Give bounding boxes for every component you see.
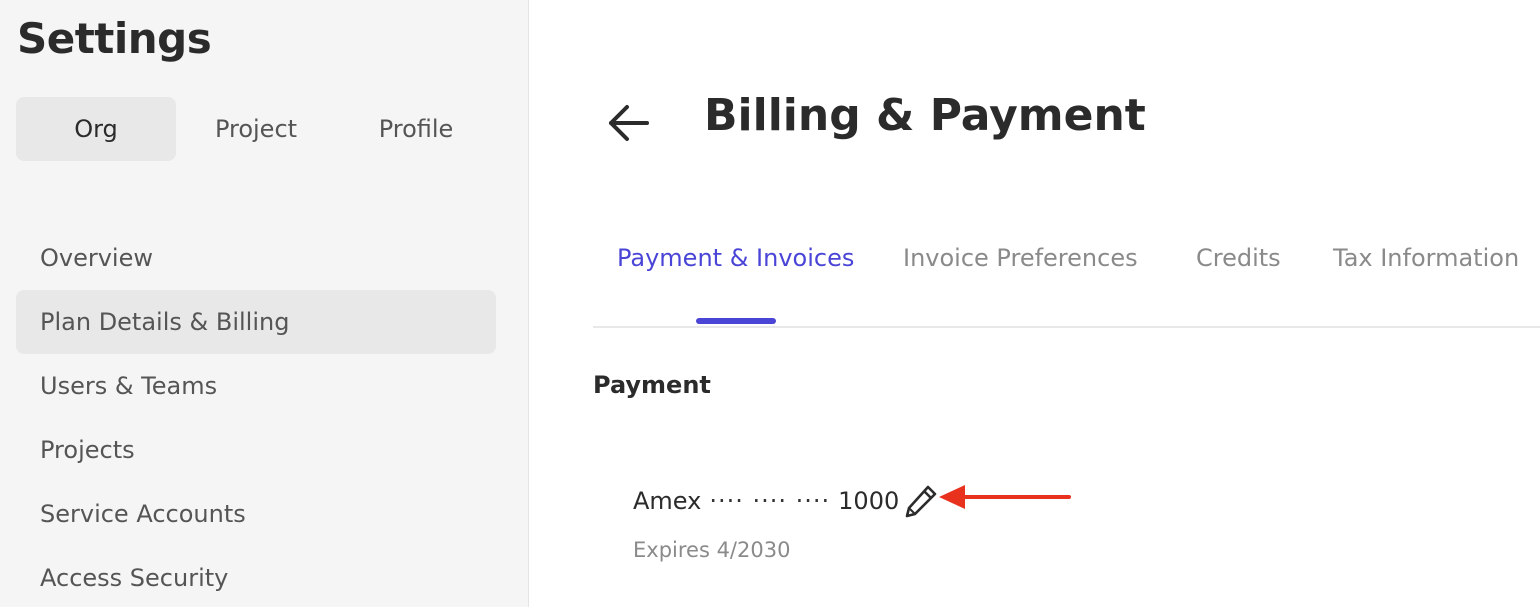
pencil-icon[interactable] — [901, 481, 941, 521]
tab-invoice-preferences[interactable]: Invoice Preferences — [903, 244, 1138, 272]
nav-item-overview[interactable]: Overview — [16, 226, 496, 290]
main-content: Billing & Payment Payment & Invoices Inv… — [529, 0, 1540, 607]
settings-title: Settings — [17, 14, 212, 63]
settings-sidebar: Settings Org Project Profile Overview Pl… — [0, 0, 529, 607]
active-tab-indicator — [696, 318, 776, 324]
payment-section-title: Payment — [593, 371, 711, 399]
tab-payment-invoices[interactable]: Payment & Invoices — [617, 244, 854, 272]
card-mask: ···· ···· ···· — [709, 487, 831, 515]
nav-item-service-accounts[interactable]: Service Accounts — [16, 482, 496, 546]
arrow-left-icon[interactable] — [607, 101, 651, 145]
scope-tabs: Org Project Profile — [16, 97, 496, 161]
billing-tabs: Payment & Invoices Invoice Preferences C… — [593, 226, 1540, 328]
nav-item-access-security[interactable]: Access Security — [16, 546, 496, 610]
tab-tax-information[interactable]: Tax Information — [1333, 244, 1519, 272]
card-last4: 1000 — [838, 487, 900, 515]
nav-item-users-teams[interactable]: Users & Teams — [16, 354, 496, 418]
card-brand: Amex — [633, 487, 702, 515]
scope-tab-profile[interactable]: Profile — [336, 97, 496, 161]
tab-credits[interactable]: Credits — [1196, 244, 1281, 272]
page-title: Billing & Payment — [704, 90, 1146, 141]
card-expiry: Expires 4/2030 — [633, 538, 791, 562]
nav-item-plan-details-billing[interactable]: Plan Details & Billing — [16, 290, 496, 354]
scope-tab-org[interactable]: Org — [16, 97, 176, 161]
payment-card: Amex ···· ···· ···· 1000 — [633, 481, 941, 521]
nav-item-projects[interactable]: Projects — [16, 418, 496, 482]
scope-tab-project[interactable]: Project — [176, 97, 336, 161]
red-arrow-icon — [939, 485, 1071, 509]
settings-nav: Overview Plan Details & Billing Users & … — [16, 226, 496, 610]
